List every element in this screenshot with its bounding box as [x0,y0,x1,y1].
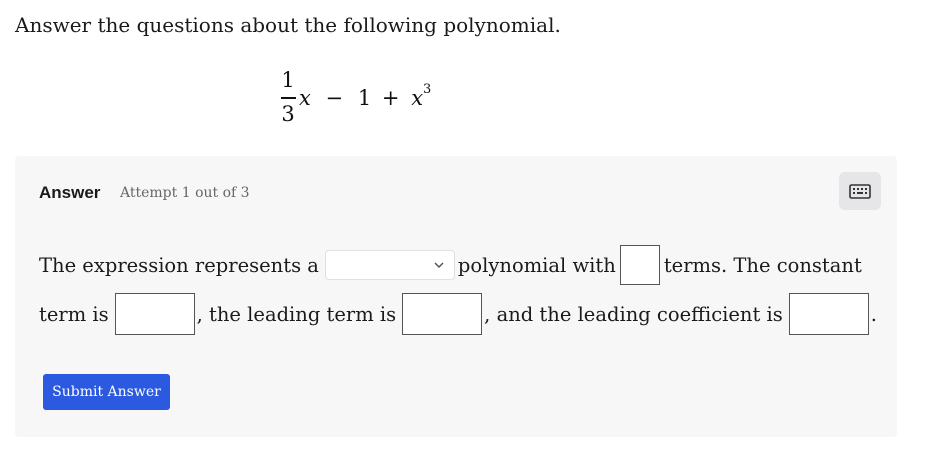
constant-term-input[interactable] [114,293,195,335]
fraction-bar [281,97,296,99]
question-prompt: Answer the questions about the following… [15,13,561,37]
leading-coefficient-input[interactable] [788,293,869,335]
submit-answer-button[interactable]: Submit Answer [43,374,170,410]
answer-title: Answer [39,183,101,202]
sentence-part-6: , and the leading coefficient is [484,302,783,326]
fraction-numerator: 1 [281,68,295,92]
expression-terms: x − 1 + x3 [299,82,431,110]
variable-x-cubed: x [411,86,424,110]
answer-panel: Answer Attempt 1 out of 3 The expression… [15,156,897,437]
exponent: 3 [423,82,432,97]
constant-one: 1 [357,86,372,110]
polynomial-type-select[interactable] [324,250,455,280]
fraction-denominator: 3 [281,102,295,126]
sentence-part-5: , the leading term is [196,302,397,326]
sentence-part-4: term is [39,302,109,326]
minus-sign: − [325,86,344,110]
variable-x: x [299,86,311,110]
attempt-counter: Attempt 1 out of 3 [120,185,250,201]
keyboard-icon [849,183,871,199]
sentence-line-1: The expression represents a polynomial w… [39,245,862,285]
sentence-part-7: . [870,302,877,326]
chevron-down-icon [434,261,444,268]
plus-sign: + [381,86,400,110]
keyboard-button[interactable] [839,172,881,210]
leading-term-input[interactable] [402,293,483,335]
sentence-part-1: The expression represents a [39,253,319,277]
num-terms-input[interactable] [619,245,660,285]
sentence-part-3: terms. The constant [663,253,862,277]
sentence-line-2: term is , the leading term is , and the … [39,293,877,335]
sentence-part-2: polynomial with [457,253,616,277]
